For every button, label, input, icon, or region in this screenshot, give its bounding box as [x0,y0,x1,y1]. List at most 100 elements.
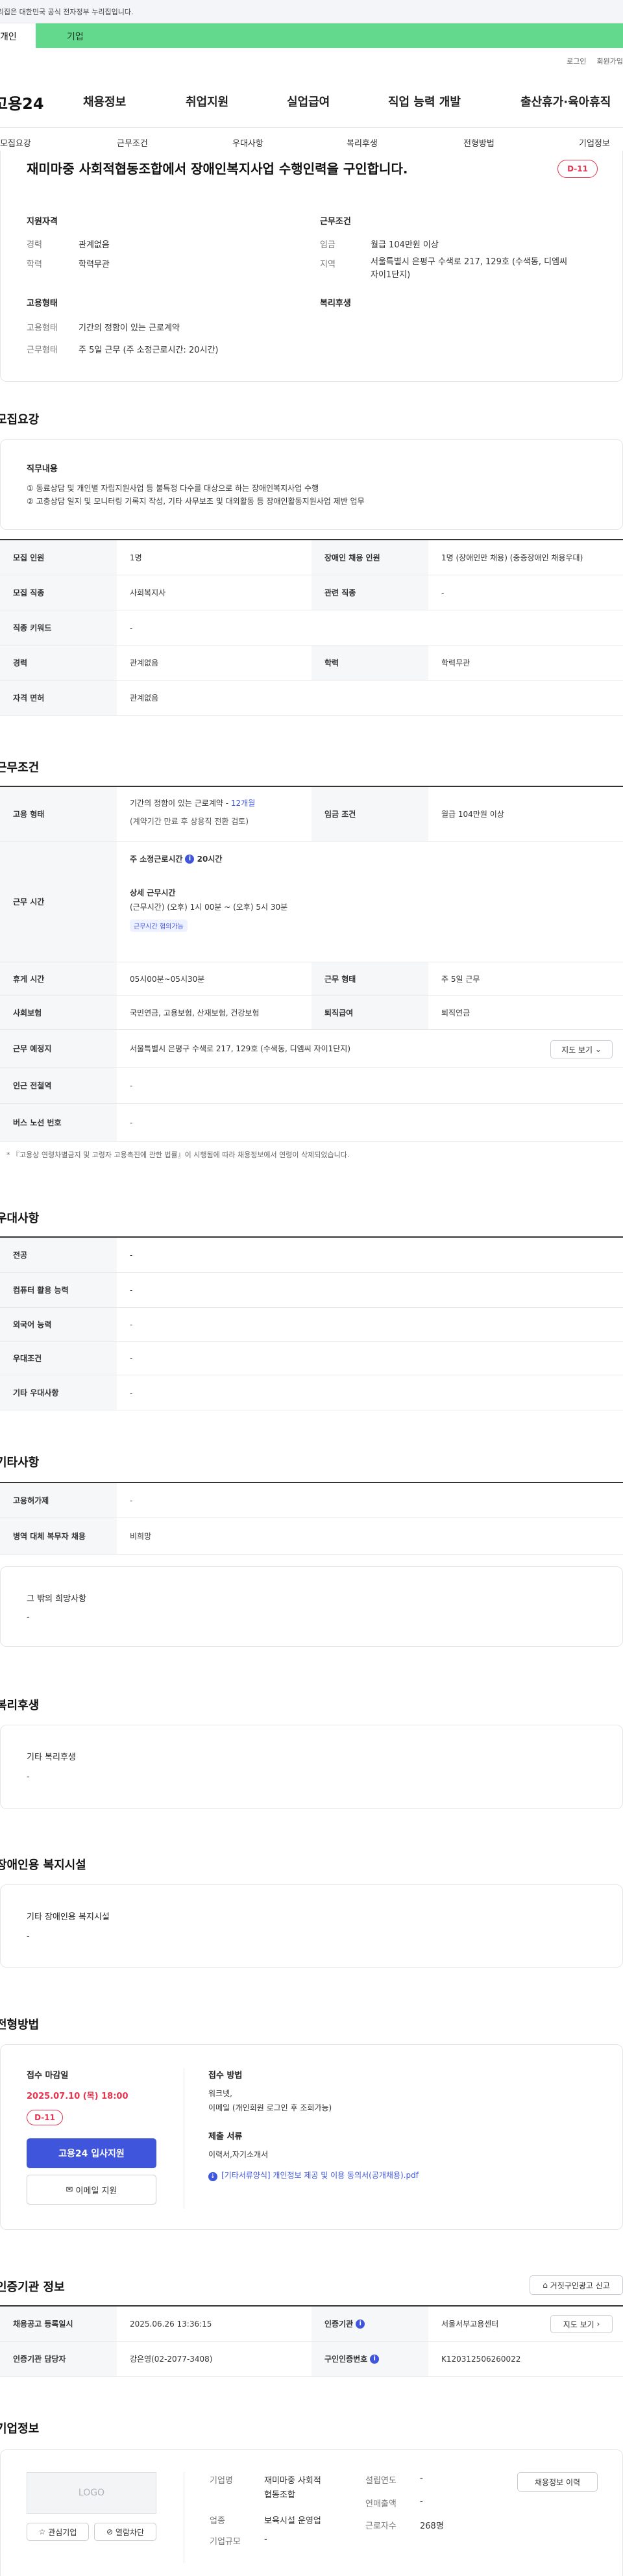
user-type-tabs: 개인 기업 [0,23,623,48]
emp-shape-key: 근무형태 [27,345,58,355]
report-fake-ad-label: 거짓구인광고 신고 [550,2281,610,2290]
facility-box-value: - [27,1932,30,1942]
cert-number-key: 구인인증번호 [324,2355,368,2364]
row-key: 버스 노선 번호 [0,1104,117,1141]
section-title-company: 기업정보 [0,2422,40,2436]
apply-button[interactable]: 고용24 입사지원 [27,2138,156,2168]
info-icon[interactable]: i [185,854,195,864]
cert-map-button[interactable]: 지도 보기 › [550,2315,613,2333]
nav-item-unemployment[interactable]: 실업급여 [287,93,330,110]
tab-welfare[interactable]: 복리후생 [347,136,378,149]
block-company-button[interactable]: ⊘ 열람차단 [94,2523,156,2541]
table-row: 기타 우대사항 - [0,1375,623,1410]
company-name-value: 재미마중 사회적 [264,2476,321,2486]
row-key: 사회보험 [0,996,117,1029]
size-key: 기업규모 [210,2537,241,2547]
section-title-welfare: 복리후생 [0,1699,40,1712]
other-wish-value: - [27,1612,30,1622]
industry-value: 보육시설 운영업 [264,2516,321,2526]
etc-table: 고용허가제 - 병역 대체 복무자 채용 비희망 [0,1482,623,1555]
util-links: 로그인 회원가입 [567,56,623,66]
table-row: 고용 형태 기간의 정함이 있는 근로계약 - 12개월 (계약기간 만료 후 … [0,787,623,842]
cert-org-key: 인증기관 [324,2320,354,2329]
star-icon: ☆ [38,2527,46,2536]
row-key: 병역 대체 복무자 채용 [0,1518,117,1554]
pref-table: 전공 - 컴퓨터 활용 능력 - 외국어 능력 - 우대조건 - 기타 우대사항 - [0,1236,623,1410]
emp-title: 고용형태 [27,299,58,308]
welfare-box-value: - [27,1772,30,1782]
work-table: 고용 형태 기간의 정함이 있는 근로계약 - 12개월 (계약기간 만료 후 … [0,786,623,1142]
nav-item-training[interactable]: 직업 능력 개발 [388,93,461,110]
tab-company-label: 기업 [67,32,84,42]
info-icon[interactable]: i [356,2319,365,2329]
signup-link[interactable]: 회원가입 [597,56,623,66]
tab-company[interactable]: 기업 [36,23,623,48]
table-row: 근무 시간 주 소정근로시간 i 20시간 상세 근무시간 (근무시간) (오후)… [0,842,623,962]
hours-pill-wrap: 근무시간 협의가능 [130,919,188,932]
row-key: 근무 시간 [0,842,117,962]
nav-item-leave[interactable]: 출산휴가·육아휴직 [520,93,611,110]
info-icon[interactable]: i [370,2354,380,2364]
recruit-history-button[interactable]: 채용정보 이력 [517,2472,598,2492]
cert-table: 채용공고 등록일시 2025.06.26 13:36:15 인증기관 i 서울서부… [0,2305,623,2377]
cond-area-value: 서울특별시 은평구 수색로 217, 129호 (수색동, 디엠씨 [371,257,568,267]
row-key: 외국어 능력 [0,1308,117,1341]
report-fake-ad-button[interactable]: ⌂ 거짓구인광고 신고 [530,2275,623,2295]
company-box: LOGO ☆ 관심기업 ⊘ 열람차단 기업명 재미마중 사회적 협동조합 설립연… [0,2449,623,2576]
company-logo: LOGO [27,2472,156,2514]
table-row: 우대조건 - [0,1342,623,1375]
tab-recruit[interactable]: 모집요강 [0,136,31,149]
nav-item-employment-support[interactable]: 취업지원 [186,93,228,110]
tab-company-info[interactable]: 기업정보 [579,136,610,149]
favorite-company-button[interactable]: ☆ 관심기업 [27,2523,89,2541]
hours-negotiable-badge: 근무시간 협의가능 [130,919,188,932]
map-view-button[interactable]: 지도 보기 ⌄ [550,1040,613,1058]
table-row: 컴퓨터 활용 능력 - [0,1273,623,1308]
chevron-right-icon: › [596,2320,600,2329]
section-title-pref: 우대사항 [0,1212,40,1225]
duty-title: 직무내용 [27,464,58,474]
nav-item-jobs[interactable]: 채용정보 [83,93,126,110]
email-apply-button[interactable]: ✉ 이메일 지원 [27,2175,156,2205]
section-title-facility: 장애인용 복지시설 [0,1858,86,1872]
row-key: 임금 조건 [312,787,428,841]
tab-pref[interactable]: 우대사항 [232,136,263,149]
row-key: 인증기관 i [312,2307,428,2341]
company-name-key: 기업명 [210,2476,233,2486]
industry-key: 업종 [210,2516,225,2526]
download-icon: ↓ [208,2172,217,2181]
tab-personal[interactable]: 개인 [0,23,36,48]
tab-work[interactable]: 근무조건 [117,136,148,149]
method-value-1: 워크넷, [208,2089,232,2098]
row-value: 1명 (장애인만 채용) (중증장애인 채용우대) [441,553,583,562]
table-row: 병역 대체 복무자 채용 비희망 [0,1518,623,1555]
login-link[interactable]: 로그인 [567,56,586,66]
table-row: 사회보험 국민연금, 고용보험, 산재보험, 건강보험 퇴직급여 퇴직연금 [0,996,623,1030]
cert-map-label: 지도 보기 [563,2320,594,2329]
facility-box-title: 기타 장애인용 복지시설 [27,1912,110,1922]
row-key: 인증기관 담당자 [0,2342,117,2376]
table-row: 자격 면허 관계없음 [0,681,623,716]
qual-title: 지원자격 [27,217,58,227]
row-value: 주 5일 근무 [441,975,480,984]
row-key: 구인인증번호 i [312,2342,428,2376]
qual-career-value: 관계없음 [79,240,110,250]
tab-process[interactable]: 전형방법 [463,136,495,149]
row-value: 서울서부고용센터 [441,2320,499,2329]
row-key: 전공 [0,1238,117,1272]
table-row: 전공 - [0,1238,623,1273]
row-value: - [130,1250,133,1260]
qual-edu-key: 학력 [27,260,42,269]
docs-file-link[interactable]: ↓ [기타서류양식] 개인정보 제공 및 이용 동의서(공개채용).pdf [208,2170,419,2181]
summary-card: 재미마중 사회적협동조합에서 장애인복지사업 수행인력을 구인합니다. D-11… [0,151,623,382]
cond-area-value-2: 자이1단지) [371,270,411,280]
emp-type-value: 기간의 정함이 있는 근로계약 [79,323,180,333]
emp-type-key: 고용형태 [27,323,58,333]
founded-key: 설립연도 [365,2476,397,2486]
process-box: 접수 마감일 2025.07.10 (목) 18:00 D-11 고용24 입사… [0,2044,623,2230]
employees-value: 268명 [420,2521,444,2531]
row-key: 인근 전철역 [0,1068,117,1103]
row-value: 2025.06.26 13:36:15 [130,2319,212,2329]
row-key: 채용공고 등록일시 [0,2307,117,2341]
row-value: - [130,1319,133,1329]
